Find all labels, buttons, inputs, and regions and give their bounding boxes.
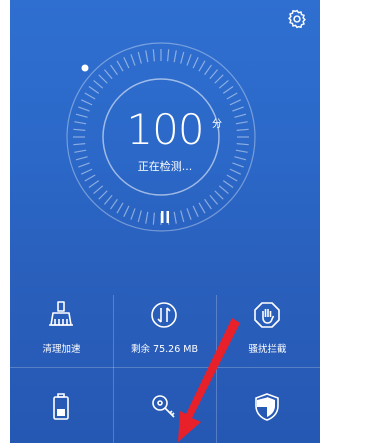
dial-tick (235, 149, 248, 153)
dial-tick (192, 56, 199, 69)
dial-tick (88, 86, 100, 94)
dial-tick (98, 74, 108, 84)
dial-tick (116, 60, 124, 72)
dial-tick (173, 50, 177, 63)
dial-tick (80, 99, 93, 106)
battery-icon (53, 393, 69, 420)
dial-tick (78, 162, 90, 168)
dial-tick (110, 198, 118, 210)
dial-tick (78, 106, 90, 112)
dial-tick (232, 162, 244, 168)
dial-tick (88, 180, 100, 188)
tool-label: 清理加速 (42, 344, 81, 355)
dial-tick (123, 205, 130, 218)
dial-tick (222, 86, 234, 94)
dial-tick (204, 64, 212, 76)
dial-tick (145, 50, 149, 63)
dial-tick (209, 69, 219, 80)
dial-tick (110, 64, 118, 76)
dial-tick (152, 49, 155, 62)
dial-tick (214, 74, 224, 84)
score-unit: 分 (212, 119, 222, 130)
dial-tick (222, 180, 234, 188)
dial-tick (74, 121, 87, 125)
gear-icon[interactable] (286, 8, 308, 30)
dial-tick (235, 121, 248, 125)
dial-tick (180, 51, 185, 64)
tool-battery[interactable] (10, 391, 113, 443)
dial-tick (145, 211, 149, 224)
score-display: 100 (120, 104, 210, 164)
dial-tick (192, 205, 199, 218)
dial-tick (130, 54, 136, 66)
dial-tick (80, 168, 93, 175)
dial-tick (75, 156, 88, 161)
hand-stop-icon (254, 302, 280, 328)
dial-tick (229, 99, 242, 106)
dial-tick (198, 60, 206, 72)
dial-tick (236, 128, 249, 131)
dial-tick (93, 79, 104, 89)
dial-tick (218, 185, 229, 195)
dial-tick (75, 113, 88, 118)
dial-tick (180, 210, 185, 223)
dial-tick (209, 194, 219, 205)
pause-icon[interactable] (156, 210, 174, 224)
dial-tick (186, 54, 192, 66)
phone-screen: 100 分 正在检测... 清理加速 剩余 75.26 MB 骚扰拦截 (10, 0, 320, 443)
dial-tick (74, 149, 87, 153)
dial-tick (226, 92, 238, 100)
scan-status: 正在检测... (137, 160, 193, 173)
dial-tick (116, 202, 124, 214)
dial-tick (236, 143, 249, 146)
dial-tick (137, 210, 142, 223)
dial-tick (218, 79, 229, 89)
dial-tick (84, 174, 96, 182)
dial-tick (73, 143, 86, 146)
dial-tick (232, 106, 244, 112)
dial-tick (198, 202, 206, 214)
annotation-arrow (178, 318, 240, 442)
progress-dot (81, 64, 89, 72)
shield-icon (255, 393, 279, 421)
dial-tick (137, 51, 142, 64)
dial-tick (93, 185, 104, 195)
dial-tick (103, 69, 113, 80)
dial-tick (152, 212, 155, 225)
dial-tick (226, 174, 238, 182)
dial-tick (234, 113, 247, 118)
tools-grid: 清理加速 剩余 75.26 MB 骚扰拦截 (10, 295, 320, 443)
dial-tick (84, 92, 96, 100)
dial-tick (204, 198, 212, 210)
dial-tick (103, 194, 113, 205)
dial-tick (229, 168, 242, 175)
dial-tick (214, 190, 224, 200)
dial-tick (98, 190, 108, 200)
dial-tick (173, 211, 177, 224)
score-value: 100 (126, 105, 204, 154)
tool-clean-speedup[interactable]: 清理加速 (10, 299, 113, 371)
dial-tick (130, 208, 136, 220)
dial-tick (186, 208, 192, 220)
broom-icon (49, 301, 73, 326)
dial-tick (167, 49, 170, 62)
dial-tick (73, 128, 86, 131)
dial-tick (234, 156, 247, 161)
dial-tick (123, 56, 130, 69)
